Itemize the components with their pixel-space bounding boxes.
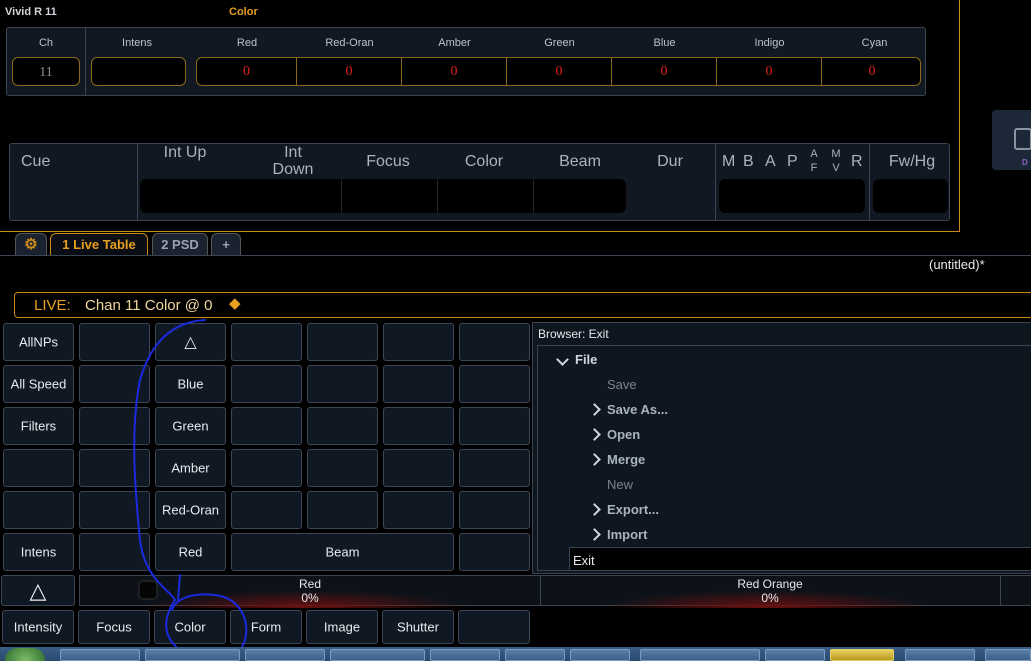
taskbar-app-active[interactable] <box>830 649 894 661</box>
taskbar-app[interactable] <box>505 649 565 661</box>
taskbar-app[interactable] <box>430 649 500 661</box>
taskbar-app[interactable] <box>905 649 975 661</box>
annotation-scribble <box>133 319 248 659</box>
taskbar-app[interactable] <box>145 649 240 661</box>
start-button[interactable] <box>5 648 45 661</box>
taskbar-app[interactable] <box>330 649 425 661</box>
taskbar-app[interactable] <box>985 649 1031 661</box>
taskbar-app[interactable] <box>60 649 140 661</box>
taskbar-app[interactable] <box>570 649 630 661</box>
taskbar-app[interactable] <box>245 649 325 661</box>
taskbar-app[interactable] <box>765 649 825 661</box>
taskbar-app[interactable] <box>640 649 760 661</box>
